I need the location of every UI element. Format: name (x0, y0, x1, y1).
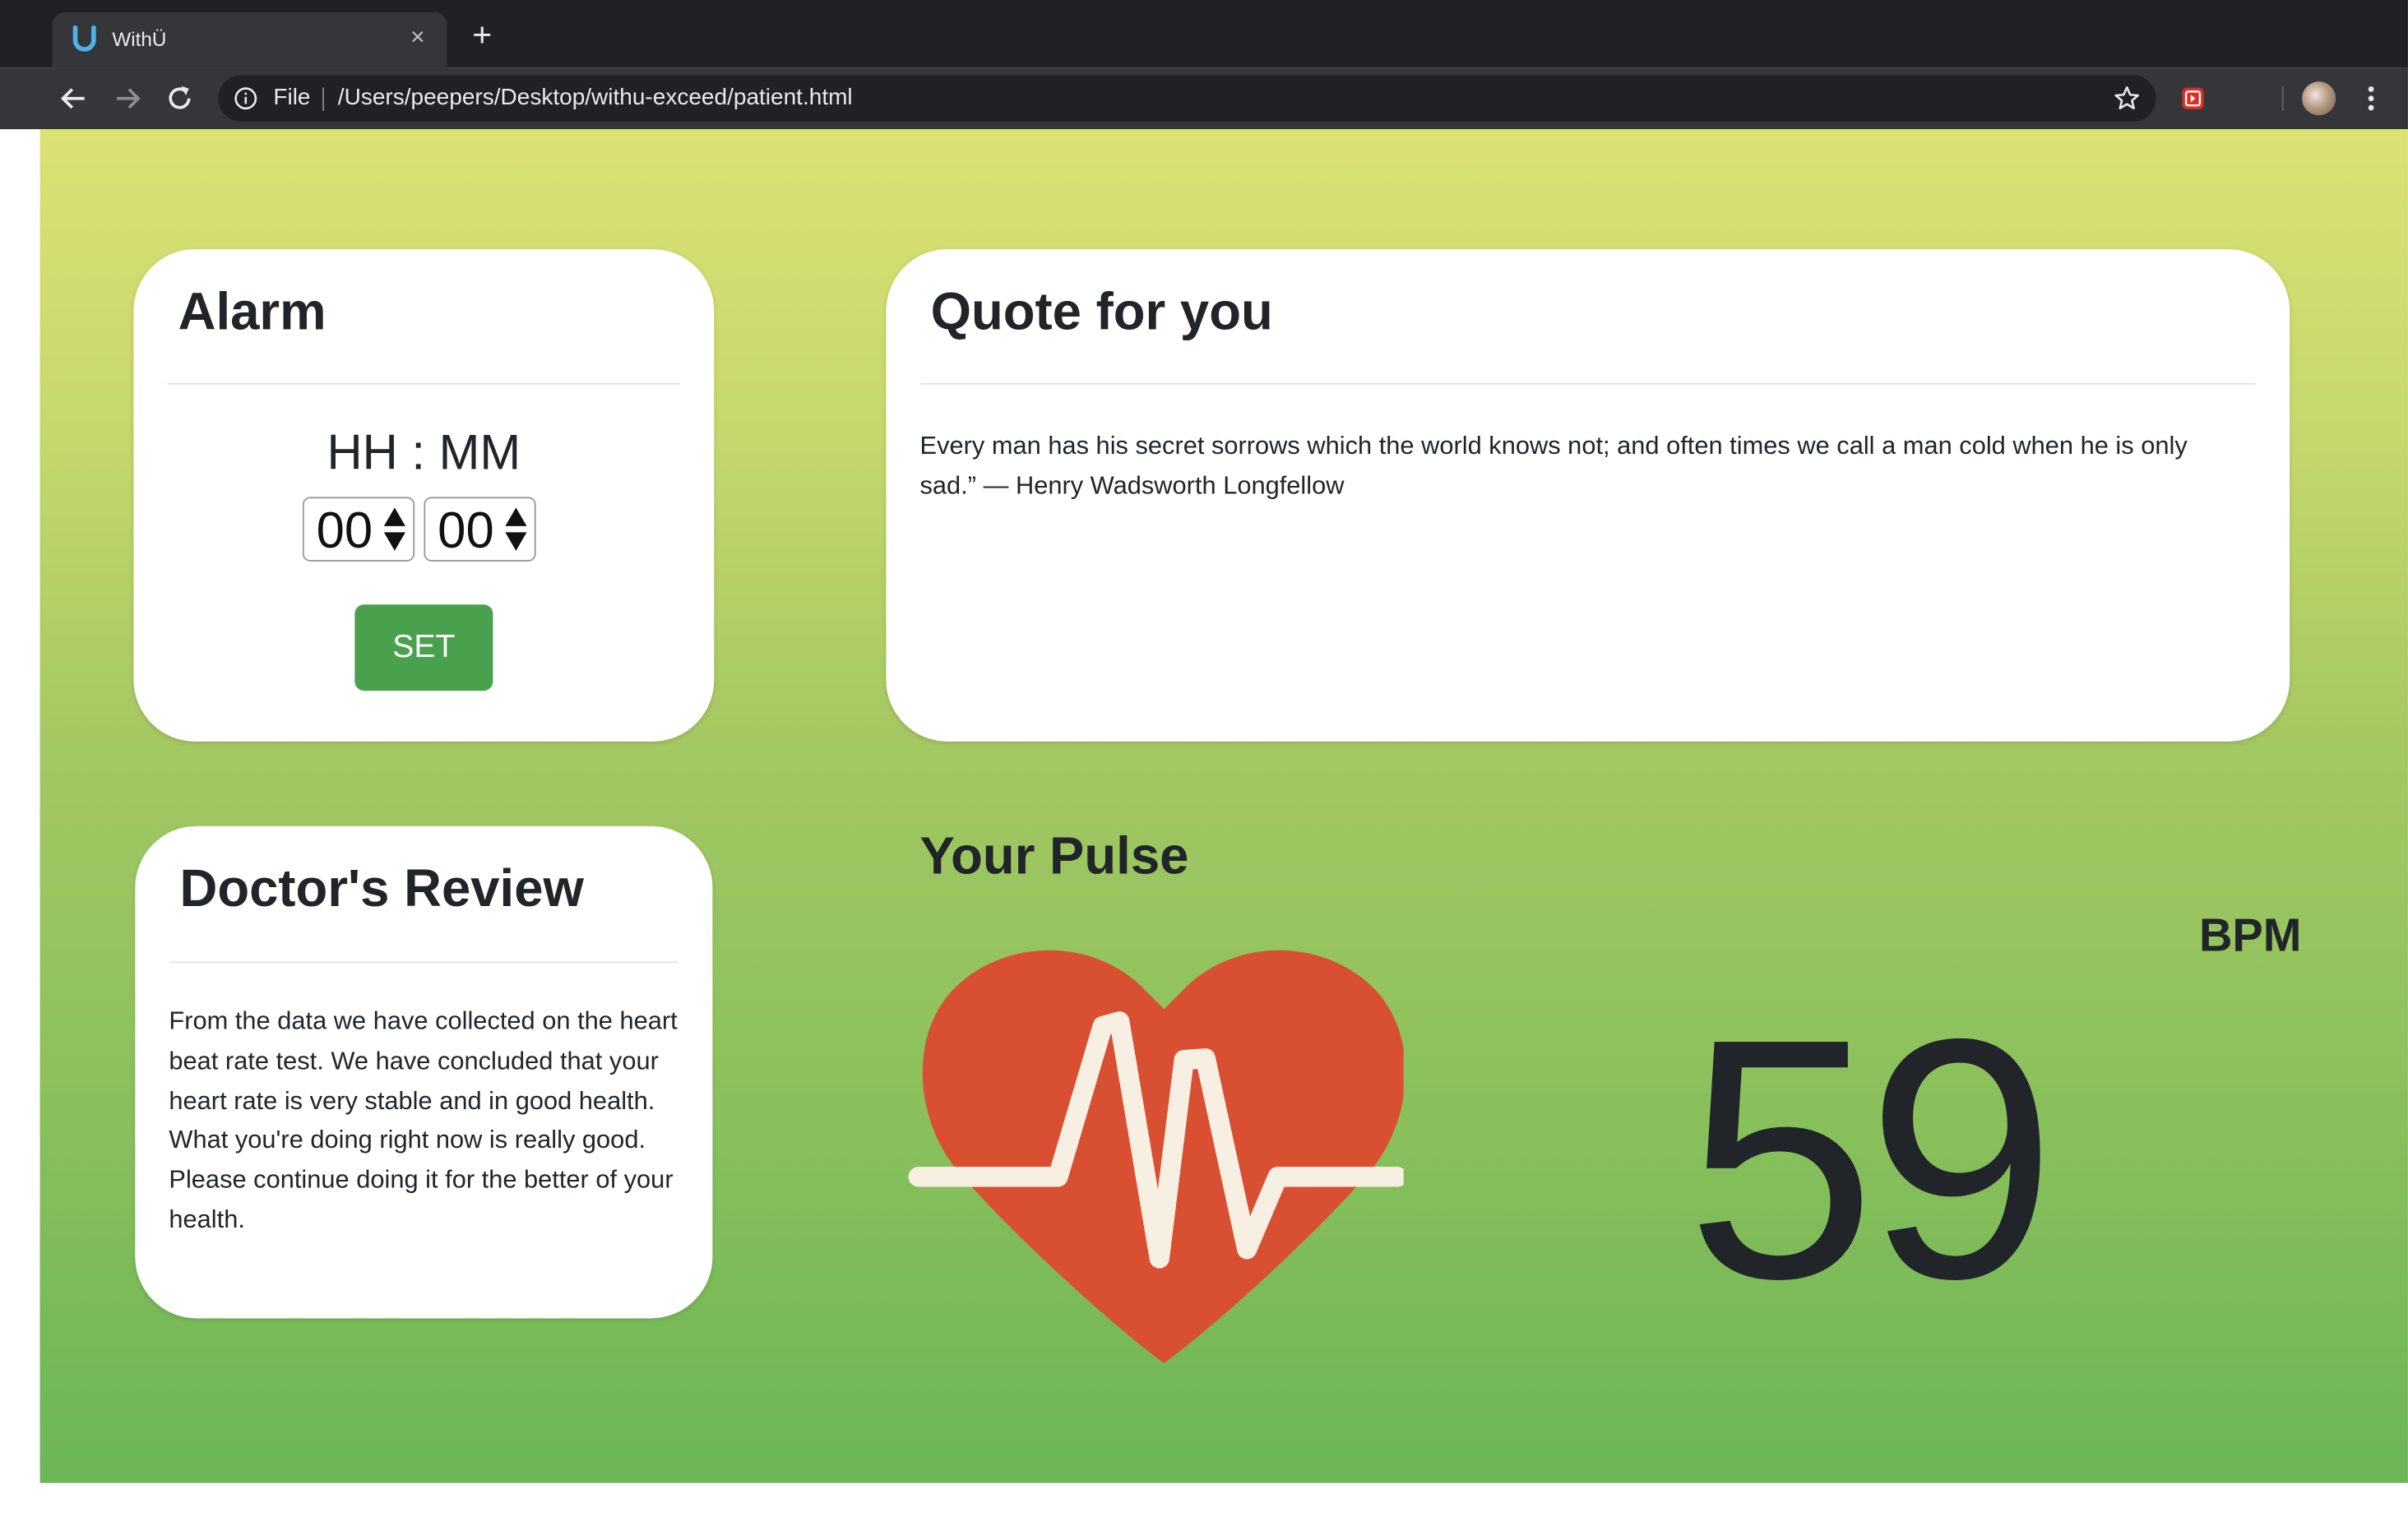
avatar[interactable] (2302, 81, 2336, 116)
url-separator (322, 87, 325, 111)
menu-dots-icon[interactable] (2359, 83, 2383, 113)
browser-toolbar: File /Users/peepers/Desktop/withu-exceed… (0, 67, 2408, 130)
stepper-arrows-icon[interactable] (503, 506, 528, 553)
url-text[interactable]: /Users/peepers/Desktop/withu-exceed/pati… (338, 85, 853, 111)
close-icon[interactable]: × (404, 23, 432, 53)
star-icon[interactable] (2113, 85, 2141, 113)
set-alarm-button[interactable]: SET (354, 604, 493, 691)
browser-window: WithÜ × + File /Users/peepers/Desktop/wi… (0, 0, 2408, 1526)
hours-stepper[interactable]: 00 (302, 497, 415, 562)
reload-icon[interactable] (164, 83, 195, 113)
browser-tab[interactable]: WithÜ × (52, 12, 447, 68)
alarm-title: Alarm (178, 283, 326, 342)
tab-title: WithÜ (112, 27, 167, 51)
quote-text: Every man has his secret sorrows which t… (919, 432, 2188, 500)
divider (169, 961, 679, 964)
doctor-review-card: Doctor's Review From the data we have co… (135, 825, 713, 1319)
minutes-stepper[interactable]: 00 (424, 497, 536, 562)
tab-strip: WithÜ × + (0, 0, 2408, 68)
file-label: File (273, 84, 311, 111)
forward-arrow-icon[interactable] (112, 83, 142, 113)
extension-icon[interactable] (2181, 86, 2206, 111)
toolbar-separator (2281, 86, 2284, 111)
alarm-card: Alarm HH : MM 00 00 SET (133, 249, 715, 742)
bpm-value: 59 (1686, 969, 2056, 1351)
address-bar[interactable]: File /Users/peepers/Desktop/withu-exceed… (218, 75, 2156, 122)
tab-favicon-icon (72, 25, 96, 52)
info-icon[interactable] (234, 86, 258, 111)
plus-icon[interactable]: + (467, 18, 498, 52)
divider (167, 382, 681, 385)
bpm-label: BPM (2198, 910, 2302, 962)
quote-title: Quote for you (930, 283, 1273, 342)
hours-value[interactable]: 00 (317, 500, 373, 562)
stepper-arrows-icon[interactable] (382, 506, 407, 553)
doctor-review-title: Doctor's Review (179, 859, 584, 918)
back-arrow-icon[interactable] (58, 83, 89, 113)
minutes-value[interactable]: 00 (438, 500, 494, 562)
quote-card: Quote for you Every man has his secret s… (886, 249, 2290, 742)
pulse-title: Your Pulse (919, 827, 1189, 886)
heart-pulse-icon (908, 950, 1404, 1363)
page-content: Alarm HH : MM 00 00 SET Quote for you Ev… (39, 129, 2408, 1483)
doctor-review-text: From the data we have collected on the h… (169, 1007, 678, 1234)
time-format-label: HH : MM (326, 424, 521, 480)
divider (919, 382, 2257, 385)
